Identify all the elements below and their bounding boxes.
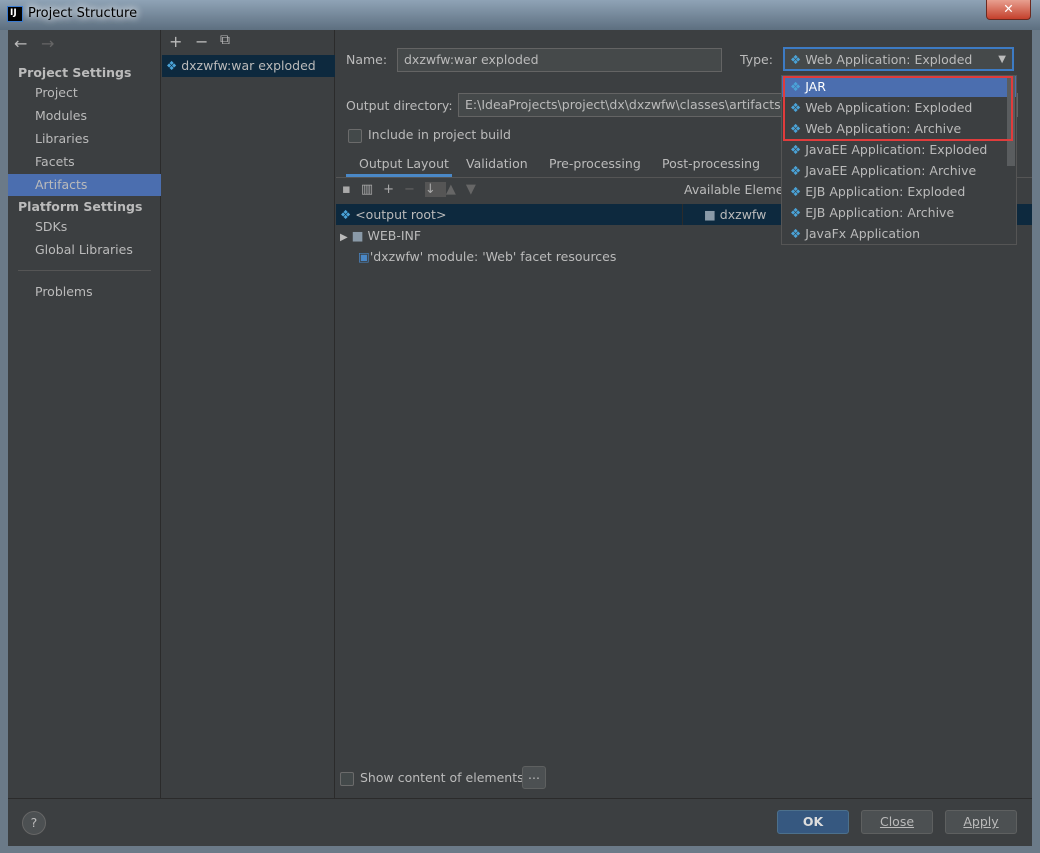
ejb-icon: ❖ (790, 205, 802, 220)
forward-icon[interactable]: → (41, 34, 54, 53)
javafx-icon: ❖ (790, 226, 802, 241)
tree-item-facet-resources[interactable]: ▣'dxzwfw' module: 'Web' facet resources (336, 246, 1032, 267)
back-icon[interactable]: ← (14, 34, 27, 53)
highlight-box (783, 76, 1013, 141)
nav-item-project[interactable]: Project (8, 82, 161, 104)
project-settings-heading: Project Settings (18, 65, 132, 80)
name-input[interactable]: dxzwfw:war exploded (397, 48, 722, 72)
close-window-button[interactable]: ✕ (986, 0, 1031, 20)
more-button[interactable]: ... (522, 766, 546, 789)
artifacts-panel: + − ⧉ ❖ dxzwfw:war exploded (162, 30, 335, 798)
show-content-checkbox[interactable]: Show content of elements (340, 770, 524, 786)
type-label: Type: (740, 52, 773, 67)
apply-button[interactable]: Apply (945, 810, 1017, 834)
tab-validation[interactable]: Validation (466, 156, 528, 171)
option-label: EJB Application: Archive (805, 205, 955, 220)
window-title: Project Structure (28, 6, 138, 21)
nav-item-facets[interactable]: Facets (8, 151, 161, 173)
title-bar: IJ Project Structure ✕ (0, 0, 1040, 30)
archive-icon[interactable]: ▥ (361, 182, 383, 197)
type-option-ejb-exploded[interactable]: ❖ EJB Application: Exploded (782, 181, 1016, 202)
tab-post-processing[interactable]: Post-processing (662, 156, 760, 171)
available-item-label: dxzwfw (719, 207, 767, 222)
artifact-item-label: dxzwfw:war exploded (181, 58, 316, 73)
settings-nav: ← → Project Settings Project Modules Lib… (8, 30, 161, 798)
folder-icon: ■ (351, 228, 364, 243)
nav-item-problems[interactable]: Problems (8, 281, 161, 303)
option-label: JavaEE Application: Exploded (805, 142, 988, 157)
type-option-ejb-archive[interactable]: ❖ EJB Application: Archive (782, 202, 1016, 223)
option-label: JavaFx Application (805, 226, 921, 241)
option-label: JavaEE Application: Archive (805, 163, 977, 178)
move-up-icon[interactable]: ▲ (446, 182, 466, 197)
chevron-down-icon: ▼ (998, 54, 1006, 65)
help-button[interactable]: ? (22, 811, 46, 835)
artifact-item[interactable]: ❖ dxzwfw:war exploded (162, 55, 335, 77)
output-directory-label: Output directory: (346, 98, 453, 113)
close-button[interactable]: Close (861, 810, 933, 834)
javaee-icon: ❖ (790, 142, 802, 157)
divider (682, 204, 683, 225)
tree-item-label: 'dxzwfw' module: 'Web' facet resources (369, 249, 617, 264)
tab-output-layout[interactable]: Output Layout (359, 156, 449, 171)
web-facet-icon: ▣ (358, 249, 370, 264)
tree-item-label: <output root> (355, 207, 447, 222)
expand-arrow-icon[interactable]: ▶ (340, 232, 348, 243)
include-in-build-checkbox[interactable]: Include in project build (348, 127, 511, 143)
remove-artifact-button[interactable]: − (195, 32, 208, 51)
output-root-icon: ❖ (340, 207, 352, 222)
nav-item-global-libraries[interactable]: Global Libraries (8, 239, 161, 261)
divider (8, 798, 1032, 799)
copy-artifact-button[interactable]: ⧉ (220, 32, 230, 48)
add-icon[interactable]: + (383, 182, 404, 197)
web-artifact-icon: ❖ (166, 58, 178, 73)
ok-button[interactable]: OK (777, 810, 849, 834)
type-option-javaee-exploded[interactable]: ❖ JavaEE Application: Exploded (782, 139, 1016, 160)
type-select-value: Web Application: Exploded (805, 52, 973, 67)
available-item-dxzwfw[interactable]: ■ dxzwfw (704, 204, 766, 225)
layout-toolbar: ▪▥+−↓▲▼ (342, 182, 486, 197)
checkbox-box[interactable] (348, 128, 362, 143)
divider (18, 270, 151, 271)
web-app-icon: ❖ (790, 52, 802, 67)
nav-item-sdks[interactable]: SDKs (8, 216, 161, 238)
available-elements-label: Available Elemen (684, 182, 792, 197)
platform-settings-heading: Platform Settings (18, 199, 143, 214)
javaee-icon: ❖ (790, 163, 802, 178)
sort-icon[interactable]: ↓ (424, 182, 446, 197)
tab-pre-processing[interactable]: Pre-processing (549, 156, 641, 171)
module-folder-icon: ■ (704, 207, 716, 222)
intellij-icon: IJ (7, 6, 23, 22)
nav-item-libraries[interactable]: Libraries (8, 128, 161, 150)
include-in-build-label: Include in project build (368, 127, 511, 142)
type-option-javaee-archive[interactable]: ❖ JavaEE Application: Archive (782, 160, 1016, 181)
new-directory-icon[interactable]: ▪ (342, 182, 361, 197)
remove-icon[interactable]: − (404, 182, 425, 197)
ejb-icon: ❖ (790, 184, 802, 199)
nav-item-artifacts[interactable]: Artifacts (8, 174, 161, 196)
add-artifact-button[interactable]: + (169, 32, 182, 51)
move-down-icon[interactable]: ▼ (466, 182, 486, 197)
nav-item-modules[interactable]: Modules (8, 105, 161, 127)
show-content-label: Show content of elements (360, 770, 524, 785)
checkbox-box[interactable] (340, 771, 354, 786)
option-label: EJB Application: Exploded (805, 184, 966, 199)
tree-item-label: WEB-INF (367, 228, 422, 243)
type-select[interactable]: ❖ Web Application: Exploded ▼ (783, 47, 1014, 71)
type-option-javafx[interactable]: ❖ JavaFx Application (782, 223, 1016, 244)
name-label: Name: (346, 52, 388, 67)
